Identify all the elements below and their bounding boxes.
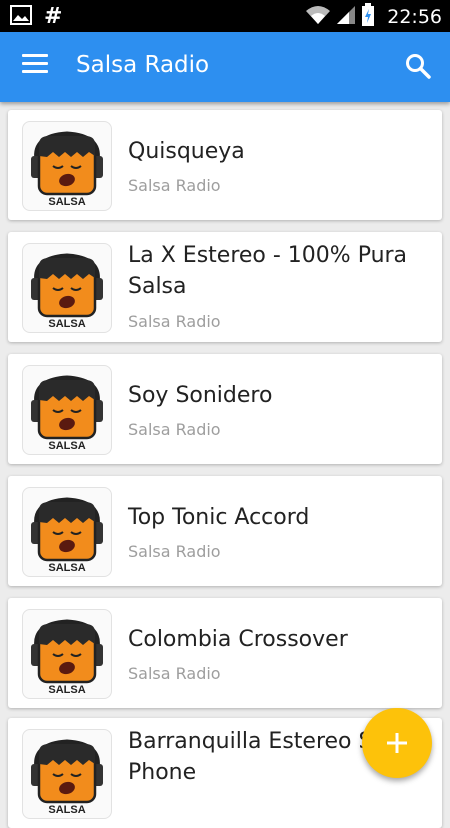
app-title: Salsa Radio <box>76 52 210 78</box>
station-logo: SALSA <box>22 121 112 211</box>
station-name: Colombia Crossover <box>128 627 348 652</box>
clock: 22:56 <box>387 6 442 28</box>
image-icon <box>10 5 32 29</box>
station-name: Top Tonic Accord <box>128 505 310 530</box>
battery-icon <box>361 3 375 31</box>
station-logo: SALSA <box>22 609 112 699</box>
wifi-icon <box>305 4 331 30</box>
station-card[interactable]: SALSA Quisqueya Salsa Radio <box>8 110 442 220</box>
menu-icon[interactable] <box>22 54 48 80</box>
hash-icon: # <box>44 4 63 29</box>
station-logo: SALSA <box>22 243 112 333</box>
station-category: Salsa Radio <box>128 420 221 439</box>
logo-label: SALSA <box>48 804 85 816</box>
station-category: Salsa Radio <box>128 176 221 195</box>
station-category: Salsa Radio <box>128 312 221 331</box>
signal-icon <box>335 4 357 30</box>
station-logo: SALSA <box>22 365 112 455</box>
station-name: La X Estereo - 100% Pura Salsa <box>128 243 408 299</box>
station-name: Quisqueya <box>128 139 245 164</box>
logo-label: SALSA <box>48 684 85 696</box>
station-category: Salsa Radio <box>128 542 221 561</box>
station-logo: SALSA <box>22 487 112 577</box>
station-card[interactable]: SALSA La X Estereo - 100% Pura Salsa Sal… <box>8 232 442 342</box>
add-button[interactable] <box>362 708 432 778</box>
app-bar: Salsa Radio <box>0 32 450 102</box>
station-card[interactable]: SALSA Colombia Crossover Salsa Radio <box>8 598 442 708</box>
station-logo: SALSA <box>22 729 112 819</box>
station-name: Soy Sonidero <box>128 383 273 408</box>
plus-icon <box>387 733 407 753</box>
logo-label: SALSA <box>48 196 85 208</box>
status-bar: # 22:56 <box>0 0 450 32</box>
station-card[interactable]: SALSA Top Tonic Accord Salsa Radio <box>8 476 442 586</box>
logo-label: SALSA <box>48 562 85 574</box>
station-card[interactable]: SALSA Soy Sonidero Salsa Radio <box>8 354 442 464</box>
logo-label: SALSA <box>48 318 85 330</box>
search-icon[interactable] <box>404 52 432 80</box>
station-category: Salsa Radio <box>128 664 221 683</box>
logo-label: SALSA <box>48 440 85 452</box>
